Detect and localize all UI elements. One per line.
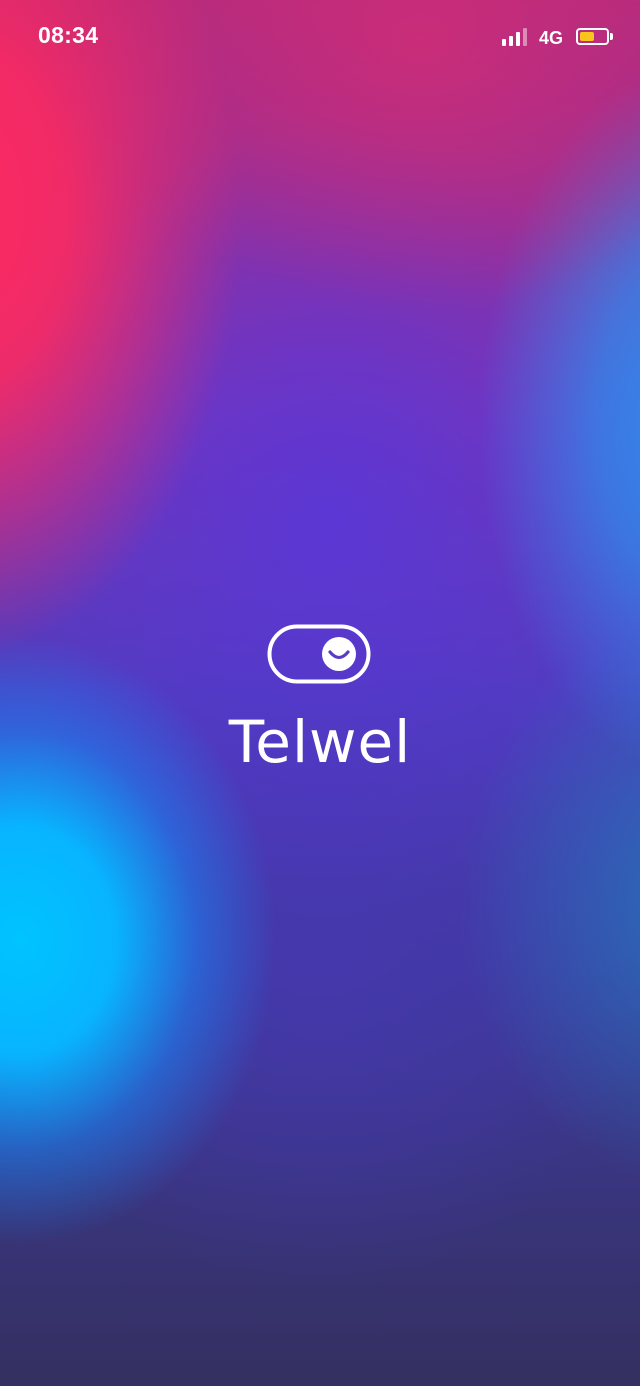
network-type-label: 4G [539, 28, 564, 48]
brand-name: Telwel [228, 708, 412, 776]
status-bar: 08:34 4G [0, 0, 640, 72]
splash-screen: 08:34 4G Telwel [0, 0, 640, 1386]
gradient-background [0, 0, 640, 1386]
signal-strength-icon [502, 28, 528, 46]
status-time: 08:34 [38, 22, 99, 48]
battery-icon [576, 28, 613, 45]
toggle-smile-icon [267, 624, 371, 684]
